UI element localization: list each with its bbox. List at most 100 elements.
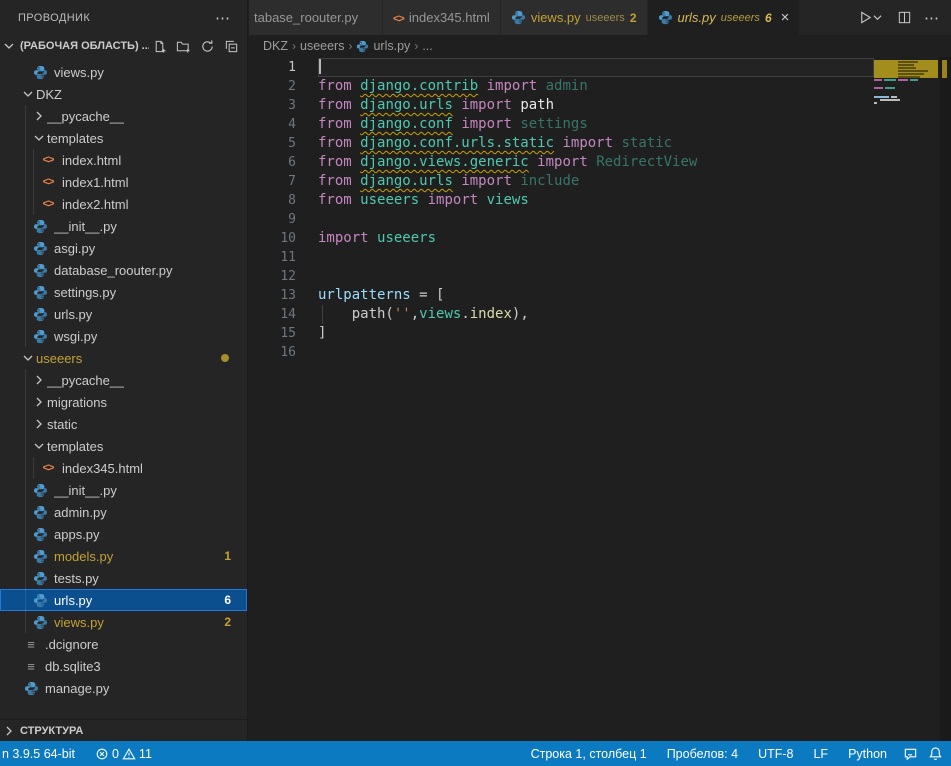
- tree-item-views.py[interactable]: views.py2: [0, 611, 247, 633]
- tree-item-__pycache__[interactable]: __pycache__: [0, 369, 247, 391]
- new-folder-button[interactable]: [173, 36, 193, 56]
- chevron-down-icon: [31, 441, 47, 451]
- minimap[interactable]: [874, 57, 940, 741]
- code-line-8[interactable]: from useeers import views: [318, 191, 874, 210]
- tab-problems-badge: 6: [765, 11, 772, 25]
- tree-item-index.html[interactable]: <>index.html: [0, 149, 247, 171]
- tree-item-label: index2.html: [62, 197, 128, 212]
- tree-item-urls.py[interactable]: urls.py: [0, 303, 247, 325]
- tree-item-static[interactable]: static: [0, 413, 247, 435]
- code-editor[interactable]: 12345678910111213141516 from django.cont…: [249, 57, 951, 741]
- tree-item-dkz[interactable]: DKZ: [0, 83, 247, 105]
- code-line-7[interactable]: from django.urls import include: [318, 172, 874, 191]
- tree-item-templates[interactable]: templates: [0, 435, 247, 457]
- tree-item-manage.py[interactable]: manage.py: [0, 677, 247, 699]
- language-mode-status[interactable]: Python: [840, 741, 895, 766]
- tree-item-__init__.py[interactable]: __init__.py: [0, 215, 247, 237]
- breadcrumb-item-useeers[interactable]: useeers: [300, 39, 344, 53]
- breadcrumb-item-urls.py[interactable]: urls.py: [356, 39, 410, 53]
- problems-status[interactable]: 0 11: [87, 741, 160, 766]
- overview-ruler[interactable]: [940, 57, 951, 741]
- code-line-15[interactable]: ]: [318, 324, 874, 343]
- code-token: import: [487, 78, 538, 94]
- tree-item-__pycache__[interactable]: __pycache__: [0, 105, 247, 127]
- code-line-13[interactable]: urlpatterns = [: [318, 286, 874, 305]
- code-token: = [: [411, 287, 445, 303]
- generic-file-icon: ≡: [23, 658, 39, 674]
- tree-item-index1.html[interactable]: <>index1.html: [0, 171, 247, 193]
- tree-item-wsgi.py[interactable]: wsgi.py: [0, 325, 247, 347]
- tree-item-tests.py[interactable]: tests.py: [0, 567, 247, 589]
- python-file-icon: [32, 306, 48, 322]
- tab-bar: tabase_roouter.py<>index345.html views.p…: [249, 0, 951, 35]
- tree-item-migrations[interactable]: migrations: [0, 391, 247, 413]
- code-line-3[interactable]: from django.urls import path: [318, 96, 874, 115]
- close-icon[interactable]: ×: [781, 10, 790, 25]
- tree-item-urls.py[interactable]: urls.py6: [0, 589, 247, 611]
- tree-item-db.sqlite3[interactable]: ≡db.sqlite3: [0, 655, 247, 677]
- tree-item-label: views.py: [54, 65, 104, 80]
- tab-tabase_roouter.py[interactable]: tabase_roouter.py: [249, 0, 383, 35]
- html-file-icon: <>: [40, 460, 56, 476]
- breadcrumb-label: DKZ: [263, 39, 288, 53]
- code-token: .: [461, 306, 469, 322]
- split-editor-button[interactable]: [893, 7, 915, 29]
- problems-badge: 6: [224, 593, 231, 607]
- tree-item-models.py[interactable]: models.py1: [0, 545, 247, 567]
- tree-item-templates[interactable]: templates: [0, 127, 247, 149]
- tree-item-views.py[interactable]: views.py: [0, 61, 247, 83]
- code-line-1[interactable]: [318, 58, 874, 77]
- code-line-9[interactable]: [318, 210, 874, 229]
- tree-item-database_roouter.py[interactable]: database_roouter.py: [0, 259, 247, 281]
- code-line-12[interactable]: [318, 267, 874, 286]
- tree-item-.dcignore[interactable]: ≡.dcignore: [0, 633, 247, 655]
- tree-item-asgi.py[interactable]: asgi.py: [0, 237, 247, 259]
- python-file-icon: [32, 328, 48, 344]
- tab-urls.py[interactable]: urls.pyuseeers6×: [648, 0, 801, 35]
- notifications-bell-icon[interactable]: [926, 741, 949, 766]
- code-token: from: [318, 154, 360, 170]
- cursor-position-status[interactable]: Строка 1, столбец 1: [523, 741, 655, 766]
- more-actions-icon[interactable]: ⋯: [921, 7, 943, 29]
- tab-views.py[interactable]: views.pyuseeers2: [501, 0, 648, 35]
- code-line-11[interactable]: [318, 248, 874, 267]
- run-python-file-button[interactable]: [853, 7, 887, 29]
- tree-item-label: DKZ: [36, 87, 62, 102]
- outline-section-header[interactable]: СТРУКТУРА: [0, 719, 248, 741]
- code-pane[interactable]: from django.contrib import adminfrom dja…: [318, 57, 874, 741]
- code-token: django.contrib: [360, 78, 478, 94]
- code-line-14[interactable]: path('',views.index),: [318, 305, 874, 324]
- indentation-status[interactable]: Пробелов: 4: [659, 741, 746, 766]
- explorer-more-actions-icon[interactable]: ⋯: [207, 9, 239, 27]
- code-line-10[interactable]: import useeers: [318, 229, 874, 248]
- code-token: [478, 192, 486, 208]
- collapse-all-button[interactable]: [221, 36, 241, 56]
- tab-index345.html[interactable]: <>index345.html: [383, 0, 501, 35]
- chevron-right-icon: [31, 419, 47, 429]
- code-token: [537, 78, 545, 94]
- new-file-button[interactable]: [149, 36, 169, 56]
- code-line-16[interactable]: [318, 343, 874, 362]
- tree-item-settings.py[interactable]: settings.py: [0, 281, 247, 303]
- tree-item-index2.html[interactable]: <>index2.html: [0, 193, 247, 215]
- code-line-6[interactable]: from django.views.generic import Redirec…: [318, 153, 874, 172]
- code-line-4[interactable]: from django.conf import settings: [318, 115, 874, 134]
- tree-item-useeers[interactable]: useeers: [0, 347, 247, 369]
- tree-item-index345.html[interactable]: <>index345.html: [0, 457, 247, 479]
- code-line-2[interactable]: from django.contrib import admin: [318, 77, 874, 96]
- tree-item-__init__.py[interactable]: __init__.py: [0, 479, 247, 501]
- feedback-icon[interactable]: [899, 741, 922, 766]
- eol-status[interactable]: LF: [805, 741, 836, 766]
- tree-item-apps.py[interactable]: apps.py: [0, 523, 247, 545]
- breadcrumb-item-dkz[interactable]: DKZ: [263, 39, 288, 53]
- code-line-5[interactable]: from django.conf.urls.static import stat…: [318, 134, 874, 153]
- code-token: ]: [318, 325, 326, 341]
- python-interpreter-status[interactable]: n 3.9.5 64-bit: [0, 741, 83, 766]
- refresh-icon[interactable]: [197, 36, 217, 56]
- breadcrumb-label: ...: [422, 39, 432, 53]
- tree-item-admin.py[interactable]: admin.py: [0, 501, 247, 523]
- encoding-status[interactable]: UTF-8: [750, 741, 801, 766]
- breadcrumb-item-...[interactable]: ...: [422, 39, 432, 53]
- workspace-section-label: (РАБОЧАЯ ОБЛАСТЬ) ...: [20, 40, 149, 52]
- workspace-section-header[interactable]: (РАБОЧАЯ ОБЛАСТЬ) ...: [0, 35, 247, 57]
